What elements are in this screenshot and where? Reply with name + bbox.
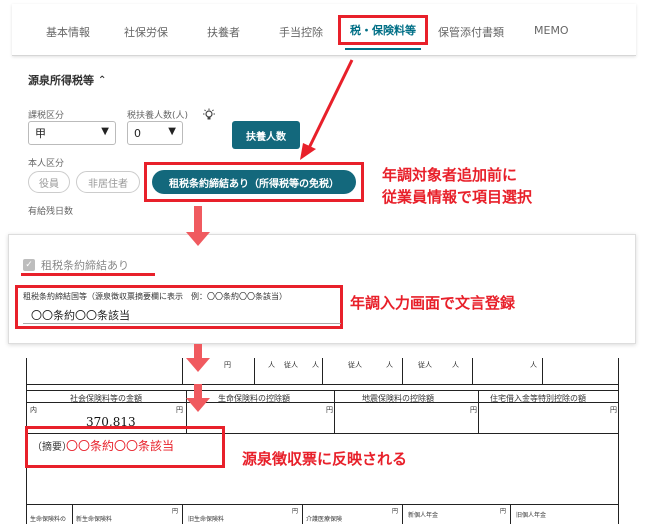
memo-value: 〇〇条約〇〇条該当	[66, 439, 175, 453]
person-class-label: 本人区分	[28, 159, 65, 169]
tab-memo[interactable]: MEMO	[534, 24, 569, 37]
bottom-label: 新生命保険料	[76, 516, 113, 523]
top-label: 人	[452, 361, 459, 369]
chip-nonresident[interactable]: 非居住者	[76, 171, 140, 193]
chevron-up-icon: ⌃	[98, 74, 107, 86]
bottom-label: 円	[292, 508, 299, 515]
year-end-input-panel: ✓ 租税条約締結あり 租税条約締結国等（源泉徴収票摘要欄に表示 例：〇〇条約〇〇…	[8, 234, 636, 344]
top-label: 従人	[284, 361, 298, 369]
tab-dependents[interactable]: 扶養者	[207, 24, 240, 40]
top-label: 人	[268, 361, 275, 369]
unit-mark: 円	[326, 406, 333, 414]
bottom-label: 円	[172, 508, 179, 515]
unit-mark: 内	[30, 406, 37, 414]
bottom-label: 円	[500, 508, 507, 515]
bottom-label: 介護医療保険	[306, 516, 343, 523]
lightbulb-icon	[203, 108, 215, 120]
tax-class-value: 甲	[35, 127, 46, 140]
tax-class-select[interactable]: 甲 ▼	[28, 121, 116, 145]
top-label: 円	[224, 361, 231, 369]
unit-mark: 円	[610, 406, 617, 414]
callout-reflected: 源泉徴収票に反映される	[242, 450, 408, 468]
top-label: 従人	[348, 361, 362, 369]
top-label: 人	[530, 361, 537, 369]
highlight-underline	[21, 273, 155, 276]
tab-attachments[interactable]: 保管添付書類	[438, 24, 504, 40]
top-label: 人	[312, 361, 319, 369]
tax-class-label: 課税区分	[28, 111, 65, 121]
top-label: 従人	[418, 361, 432, 369]
callout-line-1: 年調対象者追加前に	[382, 166, 518, 184]
tab-basic-info[interactable]: 基本情報	[46, 24, 90, 40]
withholding-slip: 円 人 従人 人 従人 人 従人 人 人 社会保険料等の金額 生命保険料の控除額…	[22, 358, 622, 524]
dependents-count-button[interactable]: 扶養人数	[232, 121, 300, 149]
tab-tax-insurance[interactable]: 税・保険料等	[338, 15, 428, 50]
col-header-earthquake-insurance: 地震保険料の控除額	[362, 394, 434, 403]
treaty-toggle-pill[interactable]: 租税条約締結あり（所得税等の免税）	[152, 170, 356, 194]
checkmark-icon[interactable]: ✓	[23, 259, 35, 271]
bottom-label: 生命保険料の	[30, 516, 67, 523]
field-underline	[23, 323, 341, 324]
treaty-checkbox-label: 租税条約締結あり	[41, 259, 129, 272]
unit-mark: 円	[470, 406, 477, 414]
tab-social-insurance[interactable]: 社保労保	[124, 24, 168, 40]
dependents-value: 0	[134, 126, 141, 140]
treaty-country-field[interactable]: 〇〇条約〇〇条該当	[31, 307, 130, 323]
unit-mark: 円	[176, 406, 183, 414]
tab-bar: 基本情報 社保労保 扶養者 手当控除 税・保険料等 保管添付書類 MEMO	[12, 4, 636, 56]
chip-officer[interactable]: 役員	[28, 171, 70, 193]
dropdown-arrow-icon: ▼	[101, 126, 109, 137]
bottom-label: 旧個人年金	[516, 512, 547, 519]
bottom-label: 旧生命保険料	[188, 516, 225, 523]
col-header-social-insurance: 社会保険料等の金額	[70, 394, 142, 403]
callout-register-text: 年調入力画面で文言登録	[350, 294, 516, 312]
section-title[interactable]: 源泉所得税等 ⌃	[28, 72, 106, 88]
dependents-select[interactable]: 0 ▼	[127, 121, 183, 145]
paid-leave-label: 有給残日数	[28, 207, 74, 217]
col-header-life-insurance: 生命保険料の控除額	[218, 394, 290, 403]
tab-allowances[interactable]: 手当控除	[279, 24, 323, 40]
col-header-housing-loan: 住宅借入金等特別控除の額	[490, 394, 586, 403]
employee-info-panel: 基本情報 社保労保 扶養者 手当控除 税・保険料等 保管添付書類 MEMO 源泉…	[12, 4, 636, 217]
treaty-country-field-label: 租税条約締結国等（源泉徴収票摘要欄に表示 例：〇〇条約〇〇条該当）	[23, 292, 287, 301]
dependents-label: 税扶養人数(人)	[127, 111, 189, 121]
section-title-text: 源泉所得税等	[28, 74, 94, 87]
callout-select-item: 年調対象者追加前に 従業員情報で項目選択	[382, 164, 532, 208]
top-label: 人	[386, 361, 393, 369]
bottom-label: 新個人年金	[408, 512, 439, 519]
dropdown-arrow-icon: ▼	[168, 126, 176, 137]
bottom-label: 円	[392, 508, 399, 515]
callout-line-2: 従業員情報で項目選択	[382, 188, 533, 206]
